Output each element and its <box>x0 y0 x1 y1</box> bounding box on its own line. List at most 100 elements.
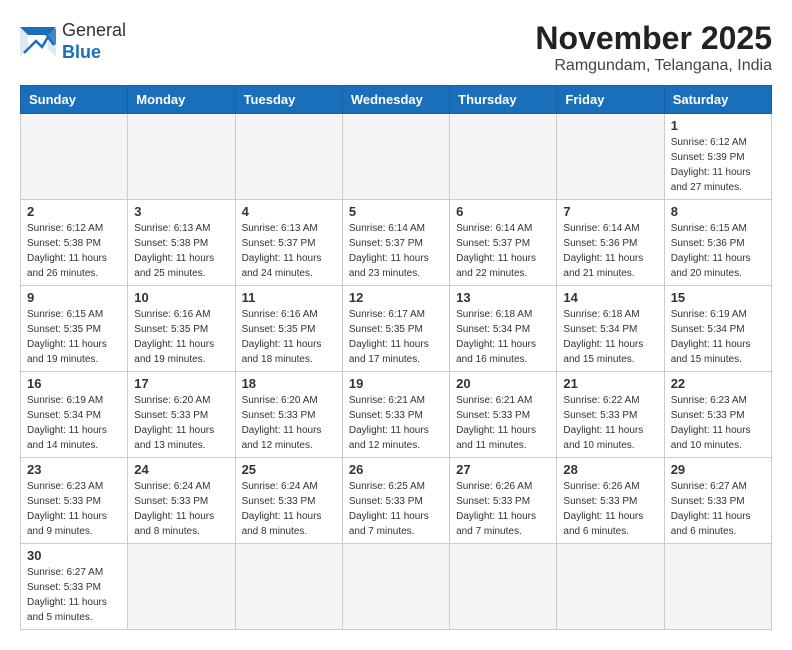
day-info: Sunrise: 6:14 AMSunset: 5:36 PMDaylight:… <box>563 221 657 281</box>
day-info: Sunrise: 6:15 AMSunset: 5:35 PMDaylight:… <box>27 307 121 367</box>
table-row <box>342 114 449 200</box>
table-row: 9Sunrise: 6:15 AMSunset: 5:35 PMDaylight… <box>21 286 128 372</box>
day-info: Sunrise: 6:12 AMSunset: 5:38 PMDaylight:… <box>27 221 121 281</box>
table-row: 12 Sunrise: 6:17 AMSunset: 5:35 PMDayligh… <box>342 286 449 372</box>
table-row: 17Sunrise: 6:20 AMSunset: 5:33 PMDayligh… <box>128 372 235 458</box>
generalblue-icon <box>20 27 56 57</box>
day-number: 8 <box>671 204 765 219</box>
table-row: 25Sunrise: 6:24 AMSunset: 5:33 PMDayligh… <box>235 458 342 544</box>
header-friday: Friday <box>557 86 664 114</box>
day-number: 25 <box>242 462 336 477</box>
day-number: 15 <box>671 290 765 305</box>
day-number: 29 <box>671 462 765 477</box>
header-monday: Monday <box>128 86 235 114</box>
day-info: Sunrise: 6:19 AMSunset: 5:34 PMDaylight:… <box>671 307 765 367</box>
table-row <box>664 544 771 630</box>
day-number: 28 <box>563 462 657 477</box>
day-info: Sunrise: 6:14 AMSunset: 5:37 PMDaylight:… <box>456 221 550 281</box>
table-row: 28 Sunrise: 6:26 AMSunset: 5:33 PMDayligh… <box>557 458 664 544</box>
table-row <box>557 114 664 200</box>
day-info: Sunrise: 6:13 AMSunset: 5:37 PMDaylight:… <box>242 221 336 281</box>
day-number: 12 <box>349 290 443 305</box>
table-row: 3Sunrise: 6:13 AMSunset: 5:38 PMDaylight… <box>128 200 235 286</box>
table-row: 14Sunrise: 6:18 AMSunset: 5:34 PMDayligh… <box>557 286 664 372</box>
table-row: 7 Sunrise: 6:14 AMSunset: 5:36 PMDaylight… <box>557 200 664 286</box>
location: Ramgundam, Telangana, India <box>535 57 772 75</box>
day-number: 7 <box>563 204 657 219</box>
day-info: Sunrise: 6:16 AMSunset: 5:35 PMDaylight:… <box>242 307 336 367</box>
table-row <box>21 114 128 200</box>
day-info: Sunrise: 6:23 AMSunset: 5:33 PMDaylight:… <box>671 393 765 453</box>
table-row: 5 Sunrise: 6:14 AMSunset: 5:37 PMDaylight… <box>342 200 449 286</box>
table-row: 1 Sunrise: 6:12 AMSunset: 5:39 PMDaylight… <box>664 114 771 200</box>
table-row <box>342 544 449 630</box>
table-row: 29 Sunrise: 6:27 AMSunset: 5:33 PMDayligh… <box>664 458 771 544</box>
day-info: Sunrise: 6:14 AMSunset: 5:37 PMDaylight:… <box>349 221 443 281</box>
day-info: Sunrise: 6:20 AMSunset: 5:33 PMDaylight:… <box>242 393 336 453</box>
table-row: 13 Sunrise: 6:18 AMSunset: 5:34 PMDayligh… <box>450 286 557 372</box>
table-row: 10Sunrise: 6:16 AMSunset: 5:35 PMDayligh… <box>128 286 235 372</box>
day-number: 1 <box>671 118 765 133</box>
day-info: Sunrise: 6:24 AMSunset: 5:33 PMDaylight:… <box>134 479 228 539</box>
logo-blue: Blue <box>62 42 101 62</box>
table-row: 24 Sunrise: 6:24 AMSunset: 5:33 PMDayligh… <box>128 458 235 544</box>
day-info: Sunrise: 6:12 AMSunset: 5:39 PMDaylight:… <box>671 135 765 195</box>
table-row <box>235 114 342 200</box>
header-thursday: Thursday <box>450 86 557 114</box>
day-info: Sunrise: 6:26 AMSunset: 5:33 PMDaylight:… <box>456 479 550 539</box>
day-info: Sunrise: 6:27 AMSunset: 5:33 PMDaylight:… <box>671 479 765 539</box>
day-info: Sunrise: 6:13 AMSunset: 5:38 PMDaylight:… <box>134 221 228 281</box>
day-info: Sunrise: 6:17 AMSunset: 5:35 PMDaylight:… <box>349 307 443 367</box>
logo-general: General <box>62 20 126 40</box>
calendar-row-5: 23 Sunrise: 6:23 AMSunset: 5:33 PMDayligh… <box>21 458 772 544</box>
day-number: 30 <box>27 548 121 563</box>
table-row <box>557 544 664 630</box>
day-info: Sunrise: 6:18 AMSunset: 5:34 PMDaylight:… <box>456 307 550 367</box>
logo: General Blue <box>20 20 126 63</box>
day-number: 23 <box>27 462 121 477</box>
day-info: Sunrise: 6:21 AMSunset: 5:33 PMDaylight:… <box>456 393 550 453</box>
table-row <box>128 114 235 200</box>
day-number: 2 <box>27 204 121 219</box>
day-number: 16 <box>27 376 121 391</box>
table-row <box>128 544 235 630</box>
header-sunday: Sunday <box>21 86 128 114</box>
calendar-row-2: 2 Sunrise: 6:12 AMSunset: 5:38 PMDaylight… <box>21 200 772 286</box>
table-row: 30 Sunrise: 6:27 AMSunset: 5:33 PMDayligh… <box>21 544 128 630</box>
table-row: 27Sunrise: 6:26 AMSunset: 5:33 PMDayligh… <box>450 458 557 544</box>
table-row <box>450 114 557 200</box>
day-info: Sunrise: 6:26 AMSunset: 5:33 PMDaylight:… <box>563 479 657 539</box>
table-row: 19Sunrise: 6:21 AMSunset: 5:33 PMDayligh… <box>342 372 449 458</box>
table-row: 6Sunrise: 6:14 AMSunset: 5:37 PMDaylight… <box>450 200 557 286</box>
page-header: General Blue November 2025 Ramgundam, Te… <box>20 20 772 75</box>
day-number: 20 <box>456 376 550 391</box>
day-info: Sunrise: 6:20 AMSunset: 5:33 PMDaylight:… <box>134 393 228 453</box>
table-row: 26Sunrise: 6:25 AMSunset: 5:33 PMDayligh… <box>342 458 449 544</box>
header-tuesday: Tuesday <box>235 86 342 114</box>
calendar-row-1: 1 Sunrise: 6:12 AMSunset: 5:39 PMDaylight… <box>21 114 772 200</box>
calendar-row-4: 16Sunrise: 6:19 AMSunset: 5:34 PMDayligh… <box>21 372 772 458</box>
day-info: Sunrise: 6:27 AMSunset: 5:33 PMDaylight:… <box>27 565 121 625</box>
table-row: 20 Sunrise: 6:21 AMSunset: 5:33 PMDayligh… <box>450 372 557 458</box>
table-row: 21Sunrise: 6:22 AMSunset: 5:33 PMDayligh… <box>557 372 664 458</box>
day-info: Sunrise: 6:22 AMSunset: 5:33 PMDaylight:… <box>563 393 657 453</box>
header-wednesday: Wednesday <box>342 86 449 114</box>
calendar-row-3: 9Sunrise: 6:15 AMSunset: 5:35 PMDaylight… <box>21 286 772 372</box>
calendar-table: Sunday Monday Tuesday Wednesday Thursday… <box>20 85 772 630</box>
calendar-row-6: 30 Sunrise: 6:27 AMSunset: 5:33 PMDayligh… <box>21 544 772 630</box>
month-title: November 2025 <box>535 20 772 57</box>
day-number: 24 <box>134 462 228 477</box>
logo-text: General Blue <box>62 20 126 63</box>
title-block: November 2025 Ramgundam, Telangana, Indi… <box>535 20 772 75</box>
day-number: 26 <box>349 462 443 477</box>
table-row: 18Sunrise: 6:20 AMSunset: 5:33 PMDayligh… <box>235 372 342 458</box>
day-number: 13 <box>456 290 550 305</box>
table-row: 15 Sunrise: 6:19 AMSunset: 5:34 PMDayligh… <box>664 286 771 372</box>
day-number: 11 <box>242 290 336 305</box>
header-saturday: Saturday <box>664 86 771 114</box>
day-number: 5 <box>349 204 443 219</box>
table-row <box>235 544 342 630</box>
day-info: Sunrise: 6:16 AMSunset: 5:35 PMDaylight:… <box>134 307 228 367</box>
table-row: 11 Sunrise: 6:16 AMSunset: 5:35 PMDayligh… <box>235 286 342 372</box>
day-info: Sunrise: 6:23 AMSunset: 5:33 PMDaylight:… <box>27 479 121 539</box>
